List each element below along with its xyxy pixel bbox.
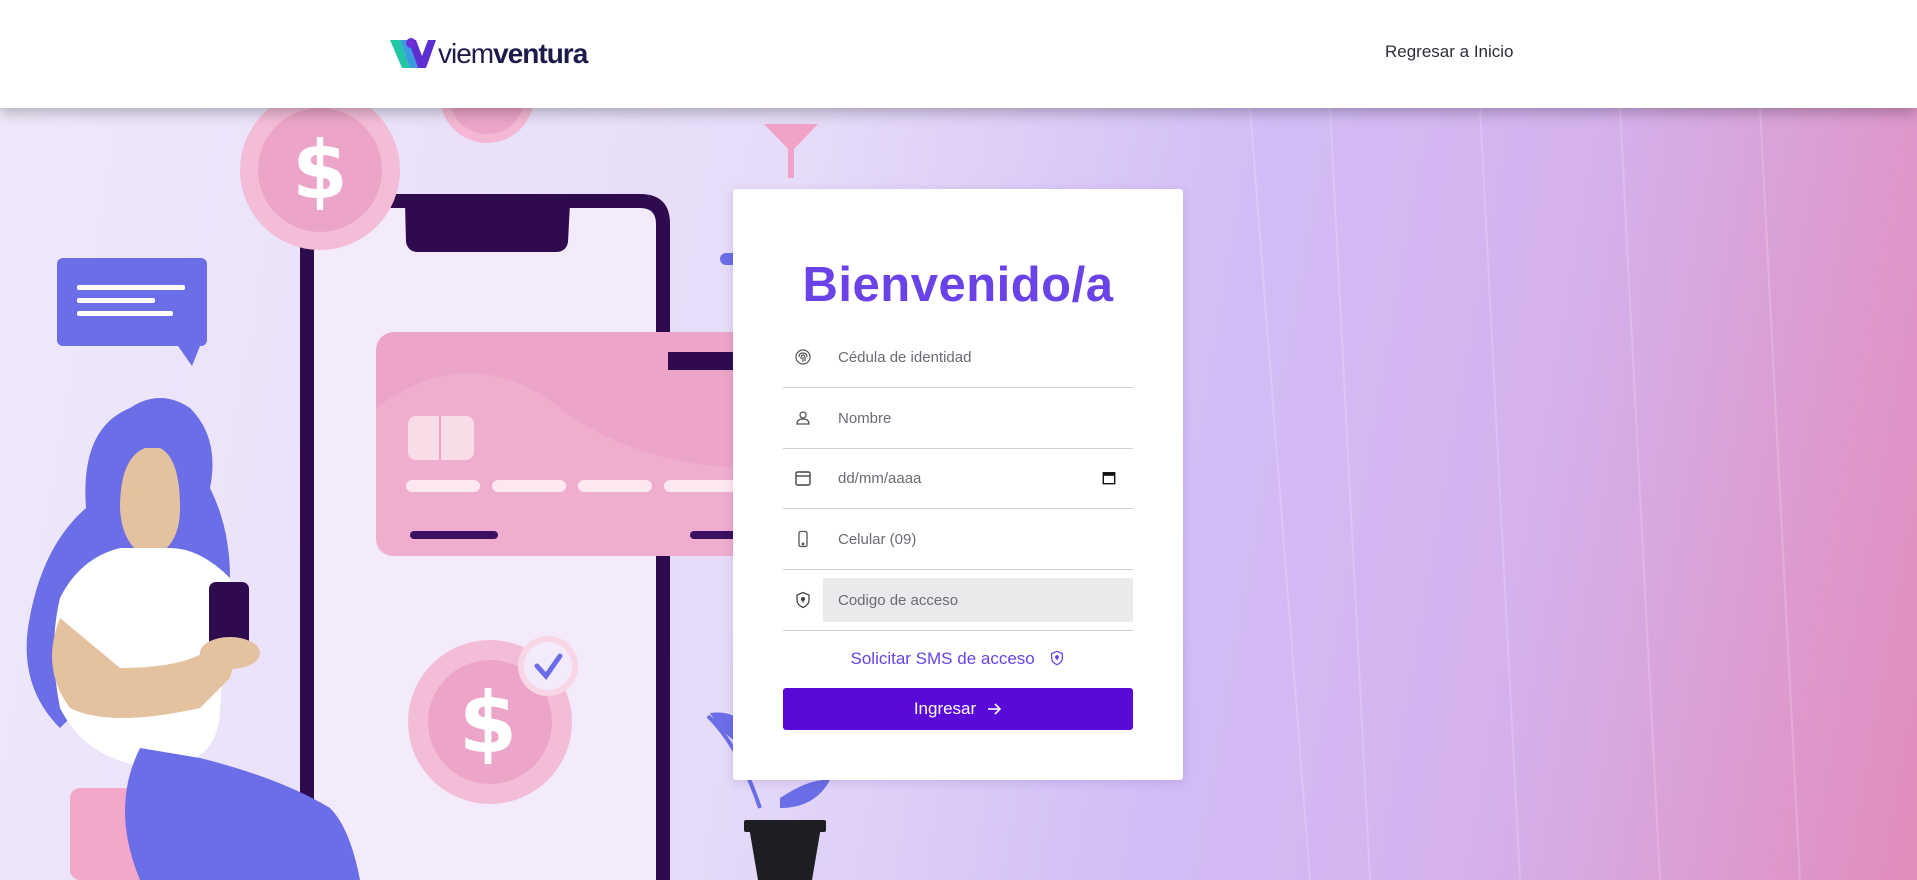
login-card: Bienvenido/a Solicitar SMS de [733,189,1183,780]
codigo-input[interactable] [823,578,1133,622]
mobile-icon [783,530,823,548]
logo-wordmark: viemventura [438,38,588,69]
credit-card-icon [376,332,756,556]
top-header: viemventura Regresar a Inicio [0,0,1917,108]
chat-bubble-icon [57,258,207,366]
calendar-icon [783,469,823,487]
submit-label: Ingresar [913,699,977,718]
welcome-title: Bienvenido/a [802,258,1114,312]
svg-text:$: $ [292,124,348,217]
coin-top-icon [441,108,533,143]
submit-button[interactable]: Ingresar [783,688,1133,730]
cedula-field [783,327,1133,388]
cedula-input[interactable] [823,327,1133,387]
shield-icon [783,591,823,609]
arrow-right-icon [988,703,1002,715]
background-stripes [1249,108,1801,880]
svg-text:$: $ [459,674,517,772]
celular-input[interactable] [823,509,1133,569]
fecha-input[interactable] [823,448,1097,508]
lamp-icon [764,124,818,178]
nombre-input[interactable] [823,388,1133,448]
codigo-field [783,570,1133,631]
date-picker-icon[interactable] [1097,468,1121,488]
brand-logo[interactable]: viemventura [388,33,588,75]
logo-mark-icon [390,38,436,68]
request-sms-link[interactable]: Solicitar SMS de acceso [733,649,1183,669]
shield-sms-icon [1051,650,1064,666]
request-sms-label: Solicitar SMS de acceso [850,649,1035,668]
fecha-field [783,448,1133,509]
nombre-field [783,388,1133,449]
back-home-link[interactable]: Regresar a Inicio [1385,42,1514,62]
celular-field [783,509,1133,570]
user-icon [783,409,823,427]
fingerprint-icon [783,348,823,366]
